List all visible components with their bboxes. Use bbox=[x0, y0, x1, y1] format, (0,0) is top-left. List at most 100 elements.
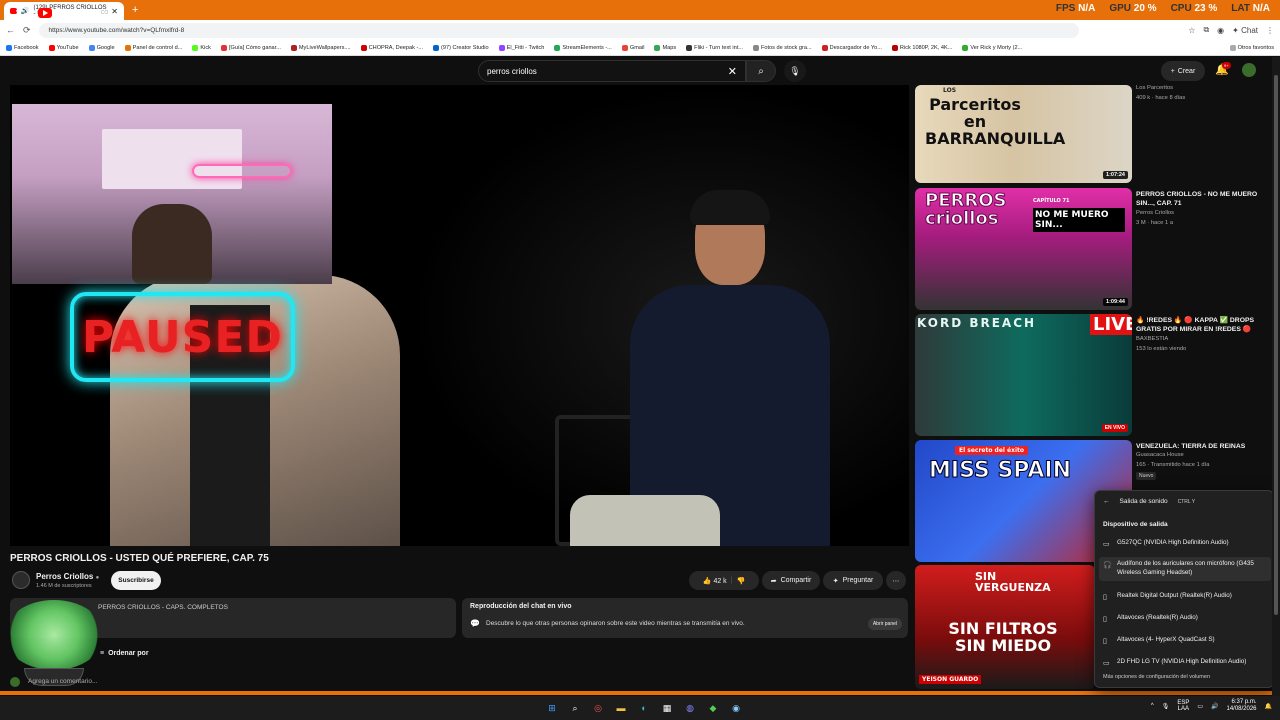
bookmark-item[interactable]: YouTube bbox=[48, 44, 79, 51]
hamburger-menu-icon[interactable]: ☰ bbox=[15, 8, 26, 22]
open-panel-button[interactable]: Abrir panel bbox=[867, 618, 902, 630]
scrollbar-thumb[interactable] bbox=[1274, 75, 1278, 615]
audio-device-item[interactable]: ▭ G527QC (NVIDIA High Definition Audio) bbox=[1099, 536, 1271, 551]
bookmarks-bar: Facebook YouTube Google Panel de control… bbox=[0, 40, 1280, 56]
bookmark-item[interactable]: Fotos de stock gra... bbox=[752, 44, 812, 51]
ask-button[interactable]: ✦ Preguntar bbox=[823, 571, 883, 590]
like-dislike-group: 👍 42 k | 👎 bbox=[689, 571, 759, 590]
bookmark-item[interactable]: Ver Rick y Morty (2... bbox=[962, 44, 1022, 51]
search-button[interactable]: ⌕ bbox=[746, 60, 776, 82]
recommendation-thumbnail[interactable]: LOS Parceritos en BARRANQUILLA 1:07:24 bbox=[915, 85, 1132, 183]
windows-start-icon[interactable]: ⊞ bbox=[544, 700, 560, 716]
toolbar-right: ☆ ⧉ ◉ ✦ Chat ⋮ bbox=[1188, 25, 1274, 35]
star-icon[interactable]: ☆ bbox=[1188, 26, 1195, 35]
bookmark-item[interactable]: El_Fitti - Twitch bbox=[498, 44, 544, 51]
bookmark-item[interactable]: Maps bbox=[654, 44, 676, 51]
taskbar-apps: ⊞ ⌕ ◎ ▬ ◐ ▦ ◍ ◆ ◉ bbox=[544, 700, 744, 716]
voice-search-button[interactable]: 🎙 bbox=[784, 60, 806, 82]
profile-icon[interactable]: ◉ bbox=[1217, 26, 1224, 35]
sound-panel-title: Salida de sonido bbox=[1119, 498, 1168, 505]
store-icon[interactable]: ▦ bbox=[659, 700, 675, 716]
perf-gpu: GPU 20 % bbox=[1109, 3, 1157, 14]
chat-replay-title: Reproducción del chat en vivo bbox=[470, 603, 572, 610]
webcam-overlay bbox=[12, 104, 332, 284]
recommendation-thumbnail[interactable]: PERROS criollos CAPÍTULO 71 NO ME MUERO … bbox=[915, 188, 1132, 310]
bookmark-item[interactable]: Google bbox=[88, 44, 115, 51]
bookmark-item[interactable]: Panel de control d... bbox=[124, 44, 182, 51]
bookmark-item[interactable]: Gmail bbox=[621, 44, 644, 51]
shortcut-hint: CTRL Y bbox=[1177, 498, 1196, 505]
recommendation-item[interactable]: KORD BREACH LIVE EN VIVO 🔥 !REDES 🔥 🔴 KA… bbox=[915, 314, 1265, 436]
more-volume-settings-link[interactable]: Más opciones de configuración del volume… bbox=[1103, 674, 1210, 680]
discord-icon[interactable]: ◍ bbox=[682, 700, 698, 716]
bookmark-item[interactable]: CHOPRA, Deepak -... bbox=[360, 44, 423, 51]
share-button[interactable]: ➦ Compartir bbox=[762, 571, 820, 590]
comment-input[interactable]: Agrega un comentario... bbox=[28, 678, 97, 685]
create-button[interactable]: + Crear bbox=[1161, 61, 1205, 81]
recommendation-thumbnail[interactable]: KORD BREACH LIVE EN VIVO bbox=[915, 314, 1132, 436]
tab-close-icon[interactable]: ✕ bbox=[111, 7, 118, 16]
audio-device-item[interactable]: ▯ Altavoces (Realtek(R) Audio) bbox=[1099, 611, 1271, 626]
account-avatar[interactable] bbox=[1242, 63, 1256, 77]
bookmark-item[interactable]: Facebook bbox=[6, 44, 39, 51]
chat-button[interactable]: ✦ Chat bbox=[1232, 26, 1258, 35]
sort-icon: ≡ bbox=[100, 650, 105, 657]
audio-device-item[interactable]: ▯ Realtek Digital Output (Realtek(R) Audi… bbox=[1099, 589, 1271, 604]
audio-device-item[interactable]: ▭ 2D FHD LG TV (NVIDIA High Definition Au… bbox=[1099, 655, 1271, 670]
search-input[interactable]: perros criollos ✕ bbox=[478, 60, 746, 82]
video-title: PERROS CRIOLLOS - USTED QUÉ PREFIERE, CA… bbox=[10, 553, 269, 564]
sort-comments-button[interactable]: ≡ Ordenar por bbox=[100, 650, 149, 657]
notification-icon[interactable]: 🔔 bbox=[1265, 703, 1272, 710]
back-icon[interactable]: ← bbox=[6, 25, 15, 35]
back-arrow-icon[interactable]: ← bbox=[1103, 498, 1110, 505]
perf-fps: FPS N/A bbox=[1055, 3, 1096, 14]
system-clock[interactable]: 6:37 p.m. 14/08/2026 bbox=[1226, 699, 1256, 713]
video-player[interactable]: PAUSED bbox=[10, 85, 909, 546]
notification-badge: 9+ bbox=[1222, 62, 1231, 69]
recommendation-title: PERROS CRIOLLOS - NO ME MUERO SIN..., CA… bbox=[1136, 191, 1258, 208]
recommendation-item[interactable]: PERROS criollos CAPÍTULO 71 NO ME MUERO … bbox=[915, 188, 1265, 310]
bookmark-item[interactable]: Descargador de Yo... bbox=[821, 44, 882, 51]
tray-chevron-icon[interactable]: ^ bbox=[1151, 703, 1154, 709]
dislike-button[interactable]: 👎 bbox=[737, 577, 746, 585]
bookmark-item[interactable]: MyLiveWallpapers.... bbox=[290, 44, 351, 51]
subscribe-button[interactable]: Suscribirse bbox=[111, 571, 161, 590]
recommendation-item[interactable]: LOS Parceritos en BARRANQUILLA 1:07:24 L… bbox=[915, 85, 1265, 185]
volume-icon[interactable]: 🔊 bbox=[1211, 703, 1218, 710]
recommendation-thumbnail[interactable]: SIN VERGUENZA SIN FILTROS SIN MIEDO YEIS… bbox=[915, 565, 1095, 689]
channel-avatar[interactable] bbox=[12, 571, 30, 589]
bookmark-item[interactable]: StreamElements -... bbox=[554, 44, 612, 51]
network-icon[interactable]: ▭ bbox=[1197, 703, 1203, 710]
search-icon[interactable]: ⌕ bbox=[567, 700, 583, 716]
url-bar[interactable]: https://www.youtube.com/watch?v=QLfmxlfr… bbox=[38, 22, 1079, 38]
audio-device-item-selected[interactable]: 🎧 Audífono de los auriculares con micrófo… bbox=[1099, 557, 1271, 581]
bookmark-item[interactable]: (97) Creator Studio bbox=[433, 44, 489, 51]
speaker-icon: ▯ bbox=[1103, 638, 1107, 645]
more-actions-button[interactable]: ⋯ bbox=[886, 571, 906, 590]
channel-name[interactable]: Perros Criollos ● bbox=[36, 572, 99, 581]
youtube-logo[interactable]: Premium CO bbox=[38, 7, 108, 18]
output-device-heading: Dispositivo de salida bbox=[1103, 521, 1168, 528]
speaker-icon: ▯ bbox=[1103, 594, 1107, 601]
bookmark-item[interactable]: [Guía] Cómo ganar... bbox=[220, 44, 281, 51]
nvidia-icon[interactable]: ◆ bbox=[705, 700, 721, 716]
like-button[interactable]: 👍 42 k bbox=[703, 577, 727, 585]
new-tab-button[interactable]: + bbox=[132, 4, 138, 16]
steam-icon[interactable]: ◉ bbox=[728, 700, 744, 716]
bookmark-item[interactable]: Kick bbox=[192, 44, 211, 51]
bookmark-folder-other[interactable]: Otros favoritos bbox=[1229, 44, 1274, 51]
refresh-icon[interactable]: ⟳ bbox=[23, 25, 31, 36]
bookmark-item[interactable]: Rick 1080P, 2K, 4K... bbox=[891, 44, 952, 51]
menu-icon[interactable]: ⋮ bbox=[1266, 26, 1274, 35]
clear-search-icon[interactable]: ✕ bbox=[728, 65, 737, 78]
extensions-icon[interactable]: ⧉ bbox=[1203, 25, 1209, 35]
bookmark-item[interactable]: Fliki - Turn text int... bbox=[686, 44, 743, 51]
verified-icon: ● bbox=[95, 575, 100, 581]
file-explorer-icon[interactable]: ▬ bbox=[613, 700, 629, 716]
mic-tray-icon[interactable]: 🎙 bbox=[1162, 703, 1170, 710]
recommendation-channel: BAXBESTIA bbox=[1136, 336, 1169, 342]
audio-device-item[interactable]: ▯ Altavoces (4- HyperX QuadCast S) bbox=[1099, 633, 1271, 648]
edge-icon[interactable]: ◐ bbox=[636, 700, 652, 716]
language-indicator[interactable]: ESP LAA bbox=[1177, 700, 1189, 713]
browser-app-icon[interactable]: ◎ bbox=[590, 700, 606, 716]
